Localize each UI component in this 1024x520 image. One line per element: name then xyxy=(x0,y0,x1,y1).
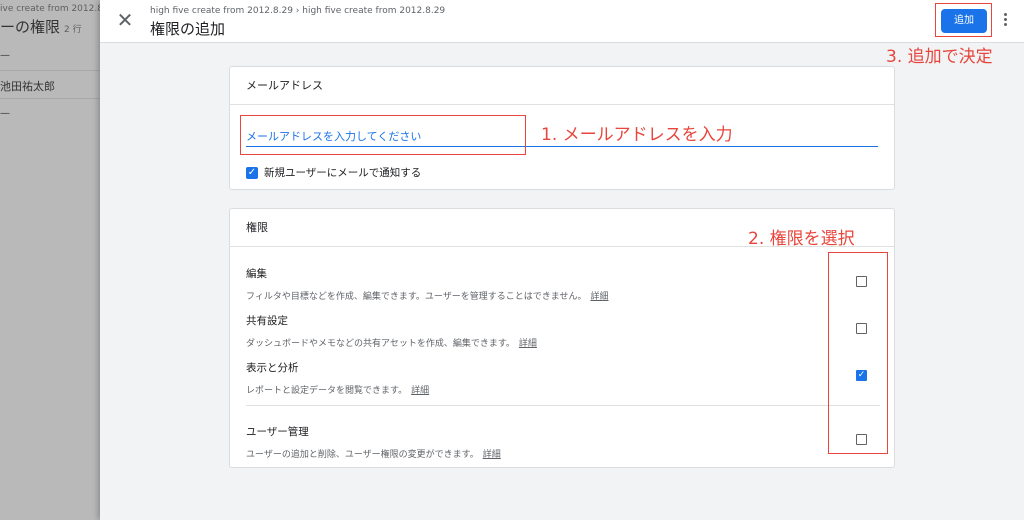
background-title-text: ーの権限 xyxy=(0,18,61,36)
permission-item-read-analyze: 表示と分析 レポートと設定データを閲覧できます。 詳細 xyxy=(246,360,429,396)
permission-item-edit: 編集 フィルタや目標などを作成、編集できます。ユーザーを管理することはできません… xyxy=(246,266,609,302)
permission-description-text: ダッシュボードやメモなどの共有アセットを作成、編集できます。 xyxy=(246,339,515,349)
background-breadcrumb: ive create from 2012.8.29 h xyxy=(0,4,100,14)
permission-name: ユーザー管理 xyxy=(246,426,309,438)
background-divider xyxy=(0,98,100,99)
background-user-name: 池田祐太郎 xyxy=(0,80,55,93)
background-title: ーの権限 2 行 xyxy=(0,16,82,37)
details-link[interactable]: 詳細 xyxy=(519,339,537,349)
annotation-box-add xyxy=(935,3,992,37)
permission-description-text: レポートと設定データを閲覧できます。 xyxy=(246,386,408,396)
details-link[interactable]: 詳細 xyxy=(590,292,608,302)
permission-item-collaborate: 共有設定 ダッシュボードやメモなどの共有アセットを作成、編集できます。 詳細 xyxy=(246,313,537,349)
annotation-step2: 2. 権限を選択 xyxy=(748,229,855,249)
annotation-step3: 3. 追加で決定 xyxy=(886,47,993,67)
breadcrumb: high five create from 2012.8.29 › high f… xyxy=(150,6,446,16)
background-dash: — xyxy=(0,108,10,119)
more-vert-icon[interactable] xyxy=(1000,11,1010,31)
background-divider xyxy=(0,70,100,71)
details-link[interactable]: 詳細 xyxy=(483,450,501,460)
notify-checkbox-row[interactable]: ✓ 新規ユーザーにメールで通知する xyxy=(246,165,421,180)
notify-checkbox[interactable]: ✓ xyxy=(246,166,258,179)
permission-description-text: フィルタや目標などを作成、編集できます。ユーザーを管理することはできません。 xyxy=(246,292,587,302)
notify-label: 新規ユーザーにメールで通知する xyxy=(264,167,422,179)
permission-description: フィルタや目標などを作成、編集できます。ユーザーを管理することはできません。 詳細 xyxy=(246,289,609,302)
permission-description: ユーザーの追加と削除、ユーザー権限の変更ができます。 詳細 xyxy=(246,447,501,460)
background-row-count: 2 行 xyxy=(64,25,82,35)
background-dash: — xyxy=(0,50,10,61)
permission-description-text: ユーザーの追加と削除、ユーザー権限の変更ができます。 xyxy=(246,450,479,460)
annotation-step1: 1. メールアドレスを入力 xyxy=(541,125,733,145)
details-link[interactable]: 詳細 xyxy=(411,386,429,396)
background-page: ive create from 2012.8.29 h ーの権限2 行 — 池田… xyxy=(0,0,100,520)
permission-description: ダッシュボードやメモなどの共有アセットを作成、編集できます。 詳細 xyxy=(246,336,537,349)
permission-divider xyxy=(246,405,880,406)
permission-name: 共有設定 xyxy=(246,315,288,327)
panel-header: ✕ high five create from 2012.8.29 › high… xyxy=(100,0,1024,43)
close-icon[interactable]: ✕ xyxy=(114,9,136,31)
annotation-box-permissions xyxy=(828,252,888,454)
permission-name: 表示と分析 xyxy=(246,362,299,374)
permission-name: 編集 xyxy=(246,268,267,280)
page-title: 権限の追加 xyxy=(150,20,226,38)
annotation-box-email xyxy=(240,115,526,155)
permission-description: レポートと設定データを閲覧できます。 詳細 xyxy=(246,383,429,396)
permission-item-manage-users: ユーザー管理 ユーザーの追加と削除、ユーザー権限の変更ができます。 詳細 xyxy=(246,424,501,460)
email-card-title: メールアドレス xyxy=(230,67,894,105)
